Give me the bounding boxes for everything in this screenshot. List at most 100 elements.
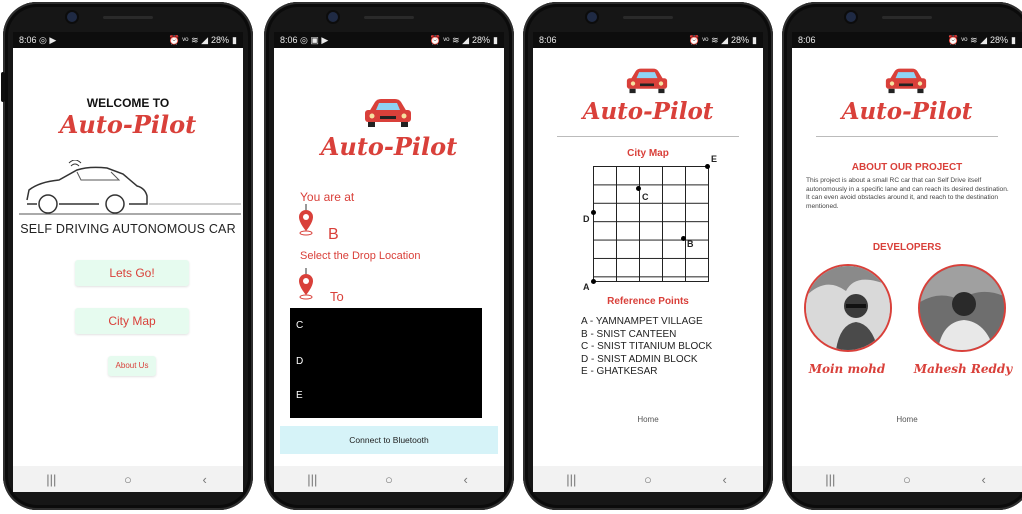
car-logo-icon bbox=[365, 99, 411, 127]
phone-about-us: 8:06 ⏰ ᵛᵒ ≋ ◢ 28% ▮ Auto-Pilot ABOUT OUR P… bbox=[782, 2, 1022, 510]
developer-name: Mahesh Reddy bbox=[913, 362, 1013, 376]
drop-option-c[interactable]: C bbox=[296, 320, 303, 331]
developer-name: Moin mohd bbox=[808, 362, 886, 376]
android-nav-bar: ||| ○ ‹ bbox=[274, 466, 504, 492]
status-notification-icons: ◎ ▣ ▶ bbox=[300, 34, 329, 45]
status-time: 8:06 bbox=[798, 35, 816, 45]
status-time: 8:06 bbox=[19, 34, 37, 45]
tagline: SELF DRIVING AUTONOMOUS CAR bbox=[20, 222, 236, 236]
connect-bluetooth-button[interactable]: Connect to Bluetooth bbox=[280, 426, 498, 454]
drop-option-e[interactable]: E bbox=[296, 390, 303, 401]
status-bar: 8:06 ⏰ ᵛᵒ ≋ ◢ 28% ▮ bbox=[792, 32, 1022, 48]
city-map-button[interactable]: City Map bbox=[75, 308, 189, 334]
speaker-grille bbox=[364, 16, 414, 19]
about-project-text: This project is about a small RC car tha… bbox=[806, 177, 1009, 210]
battery-icon: ▮ bbox=[752, 34, 757, 45]
screen-welcome: 8:06 ◎ ▶ ⏰ ᵛᵒ ≋ ◢ 28% ▮ WELCOME TO Auto-Pi… bbox=[13, 32, 243, 492]
home-icon[interactable]: ○ bbox=[108, 472, 148, 487]
point-b-label: B bbox=[687, 239, 694, 249]
status-time: 8:06 bbox=[539, 35, 557, 45]
developer-avatar bbox=[918, 264, 1006, 352]
you-are-at-label: You are at bbox=[300, 190, 355, 204]
status-time: 8:06 bbox=[280, 34, 298, 45]
back-icon[interactable]: ‹ bbox=[705, 472, 745, 487]
drop-location-list: C D E bbox=[290, 308, 482, 418]
android-nav-bar: ||| ○ ‹ bbox=[792, 466, 1022, 492]
map-pin-icon bbox=[299, 204, 313, 236]
point-e-marker bbox=[705, 164, 710, 169]
point-d-label: D bbox=[583, 214, 590, 224]
back-icon[interactable]: ‹ bbox=[185, 472, 225, 487]
home-link[interactable]: Home bbox=[792, 415, 1022, 424]
home-icon[interactable]: ○ bbox=[887, 472, 927, 487]
app-logo-text: Auto-Pilot bbox=[320, 132, 458, 161]
select-drop-label: Select the Drop Location bbox=[300, 250, 421, 262]
recents-icon[interactable]: ||| bbox=[292, 472, 332, 487]
battery-icon: ▮ bbox=[1011, 34, 1016, 45]
lets-go-button[interactable]: Lets Go! bbox=[75, 260, 189, 286]
home-icon[interactable]: ○ bbox=[369, 472, 409, 487]
car-logo-icon bbox=[626, 68, 668, 94]
signal-icon: ⏰ ᵛᵒ ≋ ◢ bbox=[947, 34, 988, 45]
front-camera bbox=[587, 12, 597, 22]
point-a-marker bbox=[591, 279, 596, 284]
point-a-label: A bbox=[583, 282, 590, 292]
status-bar: 8:06 ◎ ▣ ▶ ⏰ ᵛᵒ ≋ ◢ 28% ▮ bbox=[274, 32, 504, 48]
signal-icon: ⏰ ᵛᵒ ≋ ◢ bbox=[429, 34, 470, 45]
signal-icon: ⏰ ᵛᵒ ≋ ◢ bbox=[168, 34, 209, 45]
app-logo-text: Auto-Pilot bbox=[841, 98, 973, 125]
current-location-value: B bbox=[328, 226, 339, 243]
front-camera bbox=[328, 12, 338, 22]
point-d-marker bbox=[591, 210, 596, 215]
drop-option-d[interactable]: D bbox=[296, 356, 303, 367]
to-label: To bbox=[330, 289, 344, 304]
back-icon[interactable]: ‹ bbox=[964, 472, 1004, 487]
home-icon[interactable]: ○ bbox=[628, 472, 668, 487]
developer-avatar bbox=[804, 264, 892, 352]
city-map-title: City Map bbox=[627, 148, 669, 159]
point-e-label: E bbox=[711, 154, 718, 164]
battery-icon: ▮ bbox=[232, 34, 237, 45]
header-divider bbox=[557, 136, 739, 137]
reference-list: A - YAMNAMPET VILLAGE B - SNIST CANTEEN … bbox=[581, 316, 712, 379]
about-us-button[interactable]: About Us bbox=[108, 356, 156, 376]
android-nav-bar: ||| ○ ‹ bbox=[13, 466, 243, 492]
signal-icon: ⏰ ᵛᵒ ≋ ◢ bbox=[688, 34, 729, 45]
screen-city-map: 8:06 ⏰ ᵛᵒ ≋ ◢ 28% ▮ Auto-Pilot City Map A … bbox=[533, 32, 763, 492]
recents-icon[interactable]: ||| bbox=[31, 472, 71, 487]
speaker-grille bbox=[103, 16, 153, 19]
reference-item: B - SNIST CANTEEN bbox=[581, 328, 677, 340]
person-photo-icon bbox=[806, 266, 890, 350]
battery-level: 28% bbox=[211, 35, 230, 45]
status-bar: 8:06 ◎ ▶ ⏰ ᵛᵒ ≋ ◢ 28% ▮ bbox=[13, 32, 243, 48]
phone-city-map: 8:06 ⏰ ᵛᵒ ≋ ◢ 28% ▮ Auto-Pilot City Map A … bbox=[523, 2, 773, 510]
status-notification-icons: ◎ ▶ bbox=[39, 34, 57, 45]
back-icon[interactable]: ‹ bbox=[446, 472, 486, 487]
point-c-label: C bbox=[642, 192, 649, 202]
city-map-grid bbox=[593, 166, 709, 282]
battery-icon: ▮ bbox=[493, 34, 498, 45]
reference-item: D - SNIST ADMIN BLOCK bbox=[581, 353, 698, 365]
battery-level: 28% bbox=[472, 35, 491, 45]
header-divider bbox=[816, 136, 998, 137]
point-c-marker bbox=[636, 186, 641, 191]
reference-item: A - YAMNAMPET VILLAGE bbox=[581, 316, 703, 327]
speaker-grille bbox=[623, 16, 673, 19]
developers-title: DEVELOPERS bbox=[872, 242, 942, 253]
about-project-title: ABOUT OUR PROJECT bbox=[851, 162, 963, 173]
battery-level: 28% bbox=[731, 35, 750, 45]
reference-item: E - GHATKESAR bbox=[581, 366, 658, 377]
android-nav-bar: ||| ○ ‹ bbox=[533, 466, 763, 492]
map-pin-icon bbox=[299, 268, 313, 300]
point-b-marker bbox=[681, 236, 686, 241]
front-camera bbox=[846, 12, 856, 22]
app-logo-text: Auto-Pilot bbox=[582, 98, 714, 125]
recents-icon[interactable]: ||| bbox=[551, 472, 591, 487]
app-logo-text: Auto-Pilot bbox=[59, 110, 197, 139]
status-bar: 8:06 ⏰ ᵛᵒ ≋ ◢ 28% ▮ bbox=[533, 32, 763, 48]
home-link[interactable]: Home bbox=[533, 415, 763, 424]
reference-item: C - SNIST TITANIUM BLOCK bbox=[581, 341, 713, 352]
phone-welcome: 8:06 ◎ ▶ ⏰ ᵛᵒ ≋ ◢ 28% ▮ WELCOME TO Auto-Pi… bbox=[1, 2, 253, 510]
recents-icon[interactable]: ||| bbox=[810, 472, 850, 487]
screen-lets-go: 8:06 ◎ ▣ ▶ ⏰ ᵛᵒ ≋ ◢ 28% ▮ Auto-Pilot You a… bbox=[274, 32, 504, 492]
